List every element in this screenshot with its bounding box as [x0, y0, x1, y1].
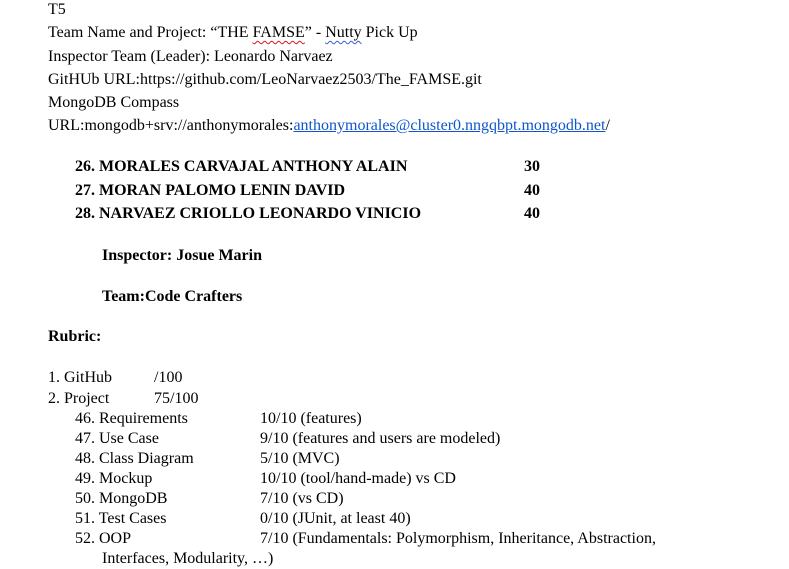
- rubric-item-label: 46. Requirements: [75, 410, 188, 427]
- member-row: 27. MORAN PALOMO LENIN DAVID 40: [75, 181, 540, 201]
- mongo-url-line: URL:mongodb+srv://anthonymorales:anthony…: [48, 116, 610, 136]
- rubric-item-label: 48. Class Diagram: [75, 450, 194, 467]
- rubric-github-label: 1. GitHub: [48, 369, 112, 386]
- rubric-item-value: 10/10 (tool/hand-made) vs CD: [260, 470, 456, 487]
- rubric-item-label: 47. Use Case: [75, 430, 159, 447]
- team-famse: FAMSE: [252, 24, 305, 41]
- rubric-item: 46. Requirements 10/10 (features): [75, 409, 362, 429]
- rubric-item: 48. Class Diagram 5/10 (MVC): [75, 449, 340, 469]
- member-row: 26. MORALES CARVAJAL ANTHONY ALAIN 30: [75, 157, 540, 177]
- inspector-team-line: Inspector Team (Leader): Leonardo Narvae…: [48, 48, 333, 65]
- team-name-line: Team Name and Project: “THE FAMSE” - Nut…: [48, 23, 418, 43]
- team-suffix: Pick Up: [361, 24, 418, 41]
- rubric-title: Rubric:: [48, 328, 102, 345]
- team-prefix: Team Name and Project: “THE: [48, 24, 253, 41]
- mongo-url-suffix: /: [605, 117, 610, 134]
- rubric-item-label: 50. MongoDB: [75, 490, 168, 507]
- rubric-item-label: 51. Test Cases: [75, 510, 167, 527]
- team-nutty: Nutty: [325, 24, 362, 41]
- rubric-project-score: 75/100: [154, 390, 199, 407]
- team-label: Team:Code Crafters: [102, 288, 243, 305]
- member-score: 40: [524, 205, 540, 222]
- rubric-oop-continuation: Interfaces, Modularity, …): [102, 550, 274, 567]
- rubric-item: 47. Use Case 9/10 (features and users ar…: [75, 429, 500, 449]
- mongo-url-prefix: URL:mongodb+srv://anthonymorales:: [48, 117, 294, 134]
- rubric-github-score: /100: [154, 369, 183, 386]
- mongo-url-link[interactable]: anthonymorales@cluster0.nngqbpt.mongodb.…: [293, 117, 605, 134]
- rubric-project-label: 2. Project: [48, 390, 110, 407]
- doc-id: T5: [48, 1, 66, 18]
- rubric-item: 50. MongoDB 7/10 (vs CD): [75, 489, 344, 509]
- rubric-item: 49. Mockup 10/10 (tool/hand-made) vs CD: [75, 469, 456, 489]
- rubric-item: 51. Test Cases 0/10 (JUnit, at least 40): [75, 509, 411, 529]
- rubric-item-value: 10/10 (features): [260, 410, 362, 427]
- member-score: 40: [524, 182, 540, 199]
- member-row: 28. NARVAEZ CRIOLLO LEONARDO VINICIO 40: [75, 204, 540, 224]
- team-mid: ” -: [304, 24, 326, 41]
- rubric-item-value: 7/10 (vs CD): [260, 490, 344, 507]
- rubric-item-value: 7/10 (Fundamentals: Polymorphism, Inheri…: [260, 530, 656, 547]
- member-name: 28. NARVAEZ CRIOLLO LEONARDO VINICIO: [75, 205, 422, 222]
- rubric-item-value: 9/10 (features and users are modeled): [260, 430, 501, 447]
- member-name: 26. MORALES CARVAJAL ANTHONY ALAIN: [75, 158, 408, 175]
- member-name: 27. MORAN PALOMO LENIN DAVID: [75, 182, 346, 199]
- rubric-item-label: 52. OOP: [75, 530, 132, 547]
- github-line: GitHUb URL:https://github.com/LeoNarvaez…: [48, 71, 482, 88]
- mongo-label: MongoDB Compass: [48, 94, 180, 111]
- rubric-item-value: 5/10 (MVC): [260, 450, 340, 467]
- rubric-item: 52. OOP 7/10 (Fundamentals: Polymorphism…: [75, 529, 656, 549]
- rubric-item-label: 49. Mockup: [75, 470, 153, 487]
- rubric-item-value: 0/10 (JUnit, at least 40): [260, 510, 411, 527]
- member-score: 30: [524, 158, 540, 175]
- inspector-name: Inspector: Josue Marin: [102, 247, 262, 264]
